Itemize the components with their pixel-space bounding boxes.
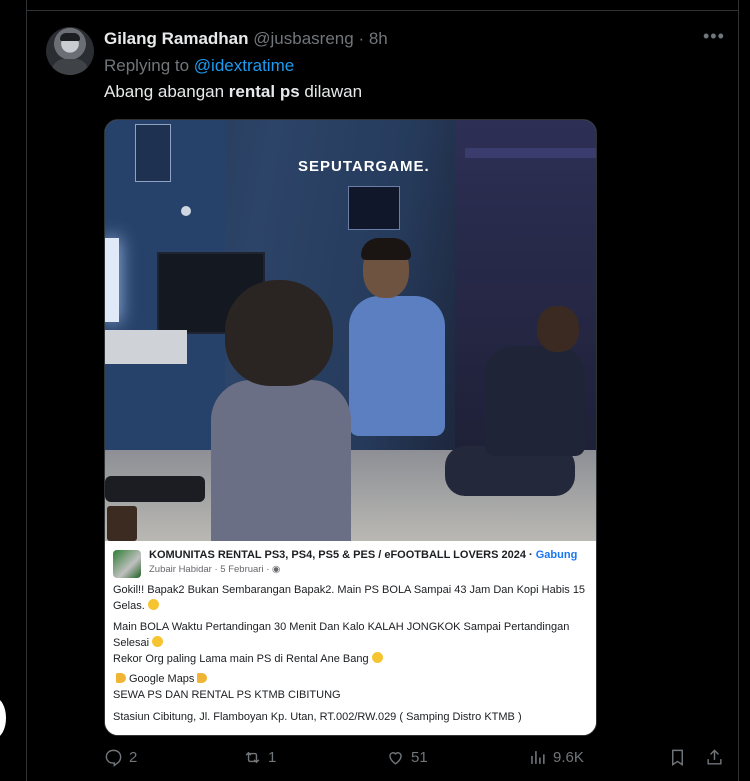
photo-person-back — [211, 280, 351, 541]
post-line-5: Rekor Org paling Lama main PS di Rental … — [113, 652, 383, 665]
timeline-left-border — [26, 0, 27, 781]
avatar-shirt — [52, 59, 88, 75]
post-line-2: Gelas. — [113, 599, 159, 612]
bookmark-button[interactable] — [668, 748, 693, 767]
display-name[interactable]: Gilang Ramadhan — [104, 29, 249, 48]
pointing-down-icon — [116, 673, 126, 683]
views-count: 9.6K — [553, 749, 584, 766]
photo-mug — [107, 506, 137, 541]
post-line-6-text: Google Maps — [129, 673, 195, 685]
tweet-text-part2: dilawan — [299, 82, 363, 101]
tweet-text-part1: Abang abangan — [104, 82, 229, 101]
post-line-5-text: Rekor Org paling Lama main PS di Rental … — [113, 653, 369, 665]
laugh-emoji-icon — [152, 636, 164, 647]
post-line-1: Gokil!! Bapak2 Bukan Sembarangan Bapak2.… — [113, 584, 586, 596]
laugh-emoji-icon — [147, 599, 159, 610]
photo-clock — [181, 206, 191, 216]
reply-prefix: Replying to — [104, 56, 190, 75]
tweet-divider — [26, 10, 738, 11]
more-icon[interactable]: ••• — [703, 26, 725, 47]
pointing-down-icon — [197, 673, 208, 683]
post-line-3: Main BOLA Waktu Pertandingan 30 Menit Da… — [113, 621, 570, 633]
replying-to: Replying to @idextratime — [104, 56, 294, 76]
group-name-text: KOMUNITAS RENTAL PS3, PS4, PS5 & PES / e… — [149, 549, 526, 561]
photo-monitor — [105, 238, 119, 322]
avatar[interactable] — [46, 27, 94, 75]
person-head — [225, 280, 333, 386]
join-label: Gabung — [535, 549, 578, 561]
share-button[interactable] — [705, 748, 730, 767]
person-hair — [361, 238, 411, 260]
floating-button[interactable] — [0, 698, 6, 738]
views-icon — [531, 751, 545, 764]
group-avatar — [113, 550, 141, 578]
timestamp[interactable]: 8h — [369, 29, 388, 48]
user-handle[interactable]: @jusbasreng — [253, 29, 353, 48]
like-count: 51 — [411, 749, 428, 766]
photo-poster — [135, 124, 171, 182]
person-body — [485, 346, 585, 456]
views-button[interactable]: 9.6K — [528, 748, 584, 767]
photo-person-middle — [349, 238, 445, 442]
repost-button[interactable]: 1 — [243, 748, 276, 767]
tweet-text: Abang abangan rental ps dilawan — [104, 82, 362, 102]
reply-count: 2 — [129, 749, 138, 766]
facebook-post-screenshot: KOMUNITAS RENTAL PS3, PS4, PS5 & PES / e… — [105, 541, 596, 735]
globe-icon: ◉ — [272, 564, 281, 575]
like-button[interactable]: 51 — [386, 748, 428, 767]
group-name: KOMUNITAS RENTAL PS3, PS4, PS5 & PES / e… — [149, 549, 577, 561]
media-photo: SEPUTARGAME. — [105, 120, 596, 541]
like-icon — [389, 752, 402, 765]
photo-sign — [348, 186, 400, 230]
photo-ceiling-stripe — [465, 148, 596, 158]
photo-table — [105, 330, 187, 364]
grin-emoji-icon — [371, 652, 383, 663]
post-author: Zubair Habidar — [149, 564, 212, 575]
reply-icon — [105, 749, 122, 767]
post-line-4-text: Selesai — [113, 637, 150, 649]
tweet-media[interactable]: SEPUTARGAME. KOMUNITAS RENTAL PS3, PS4, … — [104, 119, 597, 736]
photo-person-right — [445, 296, 595, 516]
post-line-6: Google Maps — [113, 673, 210, 685]
reply-to-link[interactable]: @idextratime — [194, 56, 294, 75]
join-separator: · — [525, 549, 536, 561]
separator-dot: · — [358, 29, 365, 48]
tweet-header: Gilang Ramadhan @jusbasreng · 8h — [104, 29, 388, 49]
person-body — [349, 296, 445, 436]
post-line-7: SEWA PS DAN RENTAL PS KTMB CIBITUNG — [113, 689, 341, 701]
bookmark-icon — [672, 749, 683, 766]
photo-watermark: SEPUTARGAME. — [298, 158, 430, 175]
post-line-8: Stasiun Cibitung, Jl. Flamboyan Kp. Utan… — [113, 711, 522, 723]
photo-bag — [105, 476, 205, 502]
timeline-right-border — [738, 0, 739, 781]
post-meta: Zubair Habidar · 5 Februari · ◉ — [149, 564, 280, 575]
post-line-2-text: Gelas. — [113, 600, 145, 612]
tweet-text-bold: rental ps — [228, 82, 300, 101]
repost-count: 1 — [268, 749, 277, 766]
avatar-cap — [60, 33, 80, 41]
post-date: · 5 Februari · — [214, 564, 270, 575]
reply-button[interactable]: 2 — [104, 748, 137, 767]
share-icon — [707, 749, 722, 765]
repost-icon — [245, 751, 260, 764]
post-line-4: Selesai — [113, 636, 164, 649]
person-head — [537, 306, 579, 352]
person-body — [211, 380, 351, 541]
